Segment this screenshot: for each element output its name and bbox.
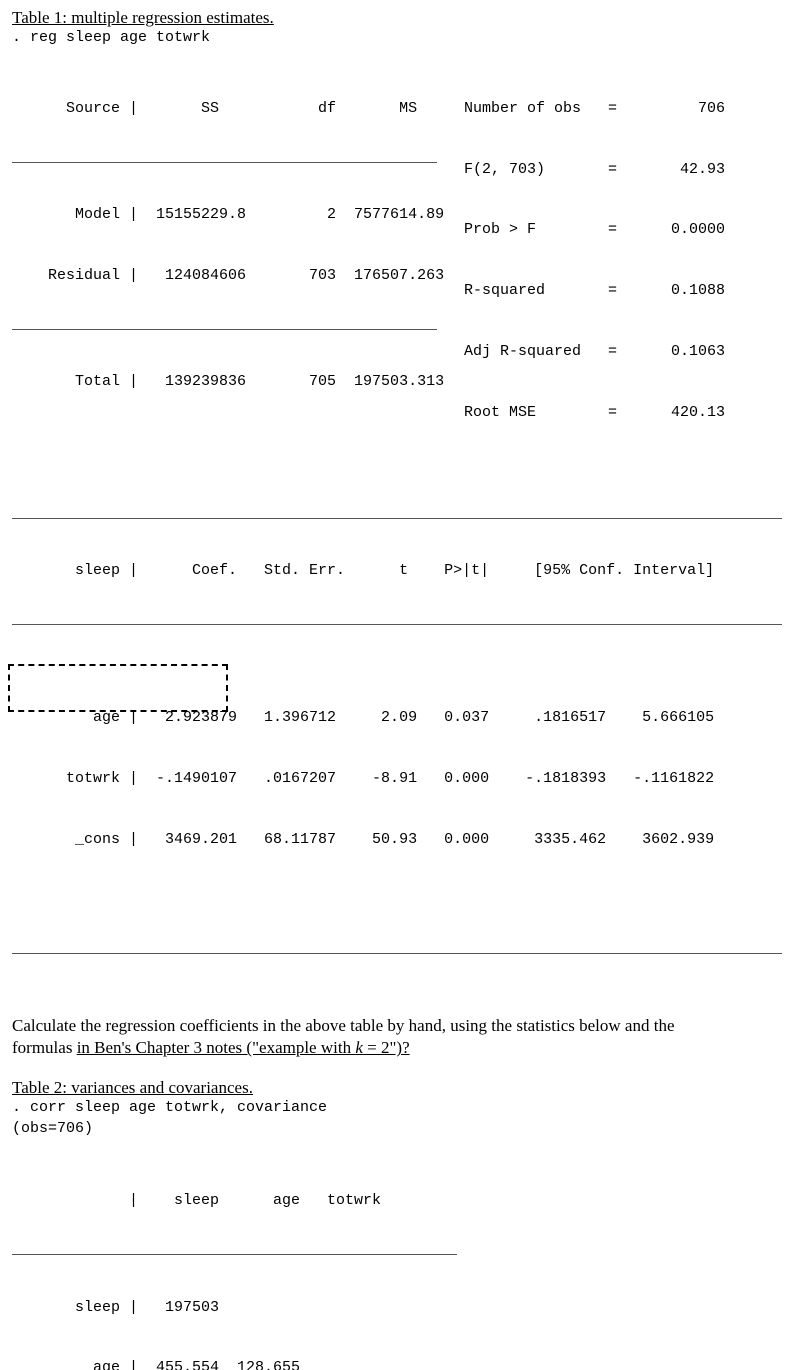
divider bbox=[12, 953, 782, 954]
stat-nobs: Number of obs = 706 bbox=[437, 99, 777, 119]
cov-row-age: age | 455.554 128.655 bbox=[12, 1358, 788, 1370]
divider bbox=[12, 329, 437, 330]
cov-header: | sleep age totwrk bbox=[12, 1191, 788, 1211]
stat-prob-f: Prob > F = 0.0000 bbox=[437, 220, 777, 240]
question-text: Calculate the regression coefficients in… bbox=[12, 1015, 788, 1061]
stat-adj-r2: Adj R-squared = 0.1063 bbox=[437, 342, 777, 362]
coef-row-cons: _cons | 3469.201 68.11787 50.93 0.000 33… bbox=[12, 830, 788, 850]
divider bbox=[12, 162, 437, 163]
stat-root-mse: Root MSE = 420.13 bbox=[437, 403, 777, 423]
table1-title: Table 1: multiple regression estimates. bbox=[12, 8, 274, 27]
table2-title: Table 2: variances and covariances. bbox=[12, 1078, 253, 1097]
highlight-box bbox=[8, 664, 228, 712]
anova-total-row: Total | 139239836 705 197503.313 bbox=[12, 372, 437, 392]
coef-header: sleep | Coef. Std. Err. t P>|t| [95% Con… bbox=[12, 561, 788, 581]
stata-cmd-2: . corr sleep age totwrk, covariance bbox=[12, 1098, 788, 1118]
cov-row-sleep: sleep | 197503 bbox=[12, 1298, 788, 1318]
obs-count: (obs=706) bbox=[12, 1119, 788, 1139]
coef-row-age: age | 2.923879 1.396712 2.09 0.037 .1816… bbox=[12, 708, 788, 728]
anova-header: Source | SS df MS bbox=[12, 99, 437, 119]
divider bbox=[12, 1254, 457, 1255]
stat-f: F(2, 703) = 42.93 bbox=[437, 160, 777, 180]
stata-cmd-1: . reg sleep age totwrk bbox=[12, 28, 788, 48]
coef-row-totwrk: totwrk | -.1490107 .0167207 -8.91 0.000 … bbox=[12, 769, 788, 789]
anova-model-row: Model | 15155229.8 2 7577614.89 bbox=[12, 205, 437, 225]
divider bbox=[12, 624, 782, 625]
divider bbox=[12, 518, 782, 519]
stat-r2: R-squared = 0.1088 bbox=[437, 281, 777, 301]
anova-resid-row: Residual | 124084606 703 176507.263 bbox=[12, 266, 437, 286]
